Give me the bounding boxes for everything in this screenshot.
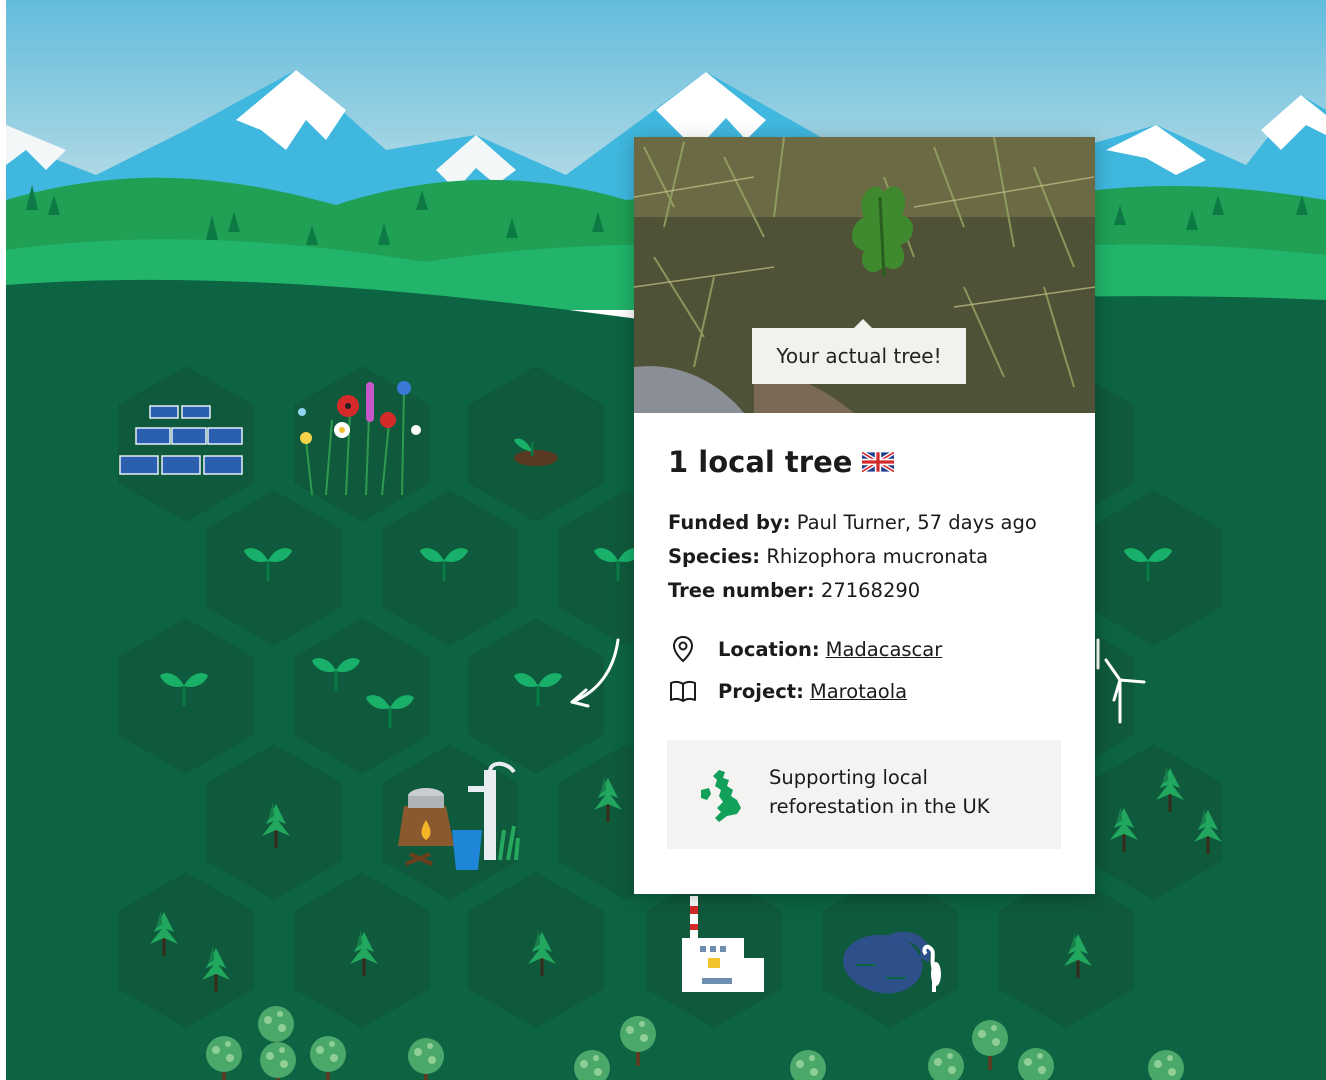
- species-line: Species: Rhizophora mucronata: [668, 545, 988, 568]
- location-pin-icon: [672, 635, 694, 663]
- tree-number-value: 27168290: [820, 579, 921, 602]
- tree-photo-caption: Your actual tree!: [752, 319, 966, 384]
- support-callout: Supporting local reforestation in the UK: [667, 740, 1061, 849]
- species-label: Species:: [668, 545, 761, 568]
- project-line: Project: Marotaola: [668, 676, 907, 706]
- card-title: 1 local tree: [668, 445, 895, 479]
- funded-by-line: Funded by: Paul Turner, 57 days ago: [668, 511, 1037, 534]
- tree-number-line: Tree number: 27168290: [668, 579, 920, 602]
- funded-by-value: Paul Turner, 57 days ago: [796, 511, 1037, 534]
- open-book-icon: [670, 680, 696, 702]
- tree-detail-card: Your actual tree! 1 local tree Funded by…: [634, 137, 1095, 894]
- uk-map-icon: [701, 770, 741, 822]
- project-label: Project:: [718, 679, 804, 703]
- tree-photo: Your actual tree!: [634, 137, 1095, 413]
- project-link[interactable]: Marotaola: [810, 680, 907, 703]
- funded-by-label: Funded by:: [668, 511, 791, 534]
- tree-number-label: Tree number:: [668, 579, 815, 602]
- location-label: Location:: [718, 637, 820, 661]
- support-text: Supporting local reforestation in the UK: [769, 766, 990, 818]
- species-value: Rhizophora mucronata: [766, 545, 989, 568]
- location-line: Location: Madacascar: [668, 634, 942, 664]
- card-title-text: 1 local tree: [668, 445, 853, 479]
- uk-flag-icon: [862, 452, 895, 472]
- location-link[interactable]: Madacascar: [826, 638, 943, 661]
